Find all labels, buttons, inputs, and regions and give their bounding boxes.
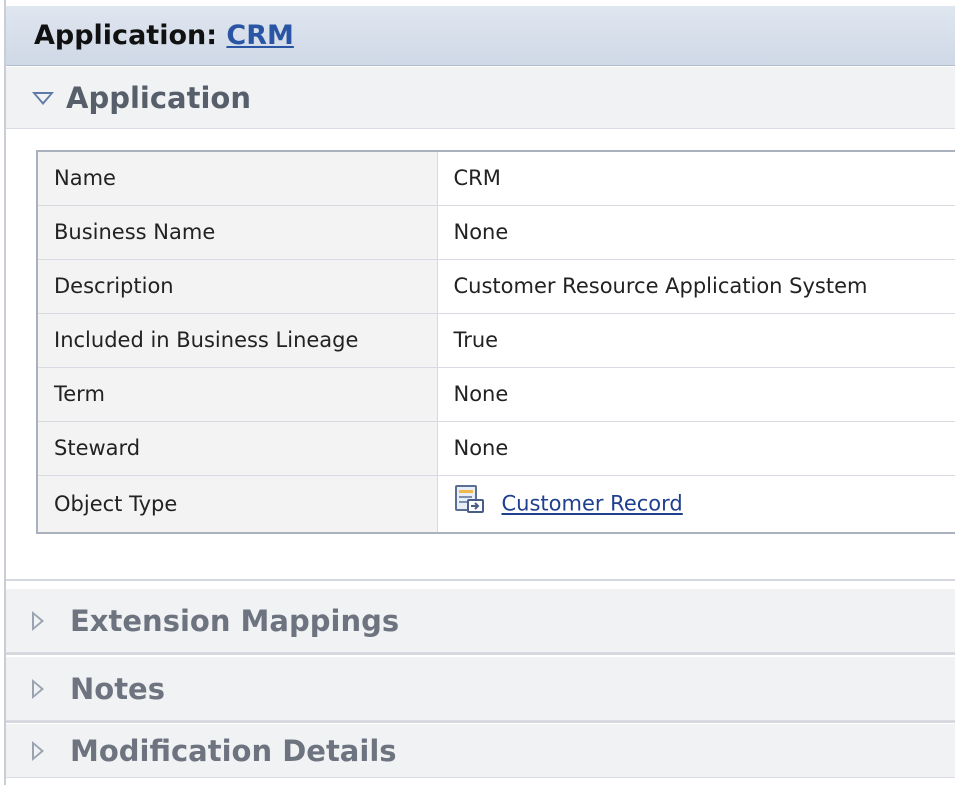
table-row: Object Type Customer Record [37,475,955,533]
property-label: Object Type [37,475,438,533]
section-application-header[interactable]: Application [6,67,955,129]
property-label: Business Name [37,205,438,260]
section-extension-mappings-title: Extension Mappings [70,603,400,638]
object-type-link[interactable]: Customer Record [502,492,683,516]
table-row: Included in Business Lineage True [37,313,955,368]
property-value: None [437,367,955,422]
table-row: Term None [37,367,955,422]
section-application-body: Name CRM Business Name None Description … [6,130,955,578]
property-label: Name [37,151,438,206]
section-modification-details-header[interactable]: Modification Details [6,724,955,778]
title-bar: Application: CRM [6,6,955,66]
section-notes-title: Notes [70,671,165,706]
triangle-right-icon [32,610,44,631]
table-row: Description Customer Resource Applicatio… [37,259,955,314]
property-label: Description [37,259,438,314]
property-value-object-type: Customer Record [437,475,955,533]
table-row: Business Name None [37,205,955,260]
property-value: None [437,421,955,476]
section-modification-details-title: Modification Details [70,733,397,768]
section-notes-header[interactable]: Notes [6,657,955,721]
triangle-right-icon [32,740,44,761]
property-value: CRM [437,151,955,206]
customer-record-icon [454,484,486,519]
triangle-down-icon [32,92,54,105]
section-divider [6,579,955,581]
title-prefix: Application: [34,20,227,51]
property-label: Included in Business Lineage [37,313,438,368]
property-value: True [437,313,955,368]
section-divider [6,653,955,655]
property-value: Customer Resource Application System [437,259,955,314]
section-divider [6,721,955,723]
property-label: Steward [37,421,438,476]
section-application-title: Application [66,80,251,115]
section-extension-mappings-header[interactable]: Extension Mappings [6,589,955,653]
properties-table: Name CRM Business Name None Description … [36,150,955,534]
application-detail-panel: Application: CRM Application Name CRM Bu… [0,0,955,785]
triangle-right-icon [32,678,44,699]
application-name-link[interactable]: CRM [226,20,293,51]
property-label: Term [37,367,438,422]
table-row: Name CRM [37,151,955,206]
table-row: Steward None [37,421,955,476]
property-value: None [437,205,955,260]
bottom-strip [6,778,955,785]
